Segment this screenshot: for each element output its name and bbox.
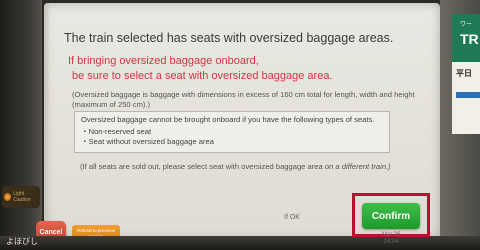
- confirm-highlight-frame: [352, 193, 430, 237]
- warning-line-2: be sure to select a seat with oversized …: [72, 70, 333, 82]
- station-sign-title: TR: [460, 31, 479, 47]
- baggage-warning: If bringing oversized baggage onboard, b…: [68, 54, 428, 84]
- side-indicator-label: Light Caution: [13, 191, 31, 203]
- date-time: Mar.26 14:04: [382, 232, 400, 246]
- date: Mar.26: [382, 232, 401, 238]
- lamp-icon: [4, 193, 12, 201]
- ok-hint: If OK: [284, 214, 300, 221]
- page-title: The train selected has seats with oversi…: [64, 31, 394, 45]
- restriction-list: Non-reserved seat Seat without oversized…: [81, 127, 383, 147]
- screen-edge: [44, 3, 50, 239]
- list-item: Non-reserved seat: [81, 127, 383, 137]
- list-item: Seat without oversized baggage area: [81, 137, 383, 147]
- side-indicator-light: Light Caution: [2, 186, 40, 208]
- station-sign-header: ワー TR: [452, 14, 480, 62]
- soldout-note-emphasis: on a different train.): [324, 162, 391, 171]
- kiosk-bezel-bottom: [0, 236, 480, 250]
- station-sign-bar: [456, 92, 480, 98]
- baggage-size-note: (Oversized baggage is baggage with dimen…: [72, 90, 415, 109]
- station-sign-sub: ワー: [460, 22, 473, 28]
- soldout-note-text: (If all seats are sold out, please selec…: [80, 162, 325, 171]
- kiosk-mark: よほびし: [6, 237, 38, 246]
- warning-line-1: If bringing oversized baggage onboard,: [68, 55, 259, 67]
- station-sign-weekday: 平日: [456, 69, 472, 78]
- time: 14:04: [383, 239, 399, 245]
- kiosk-bezel-left: [0, 0, 42, 250]
- restriction-heading: Oversized baggage cannot be brought onbo…: [81, 115, 375, 124]
- soldout-note: (If all seats are sold out, please selec…: [80, 162, 432, 171]
- restriction-box: Oversized baggage cannot be brought onbo…: [74, 111, 390, 153]
